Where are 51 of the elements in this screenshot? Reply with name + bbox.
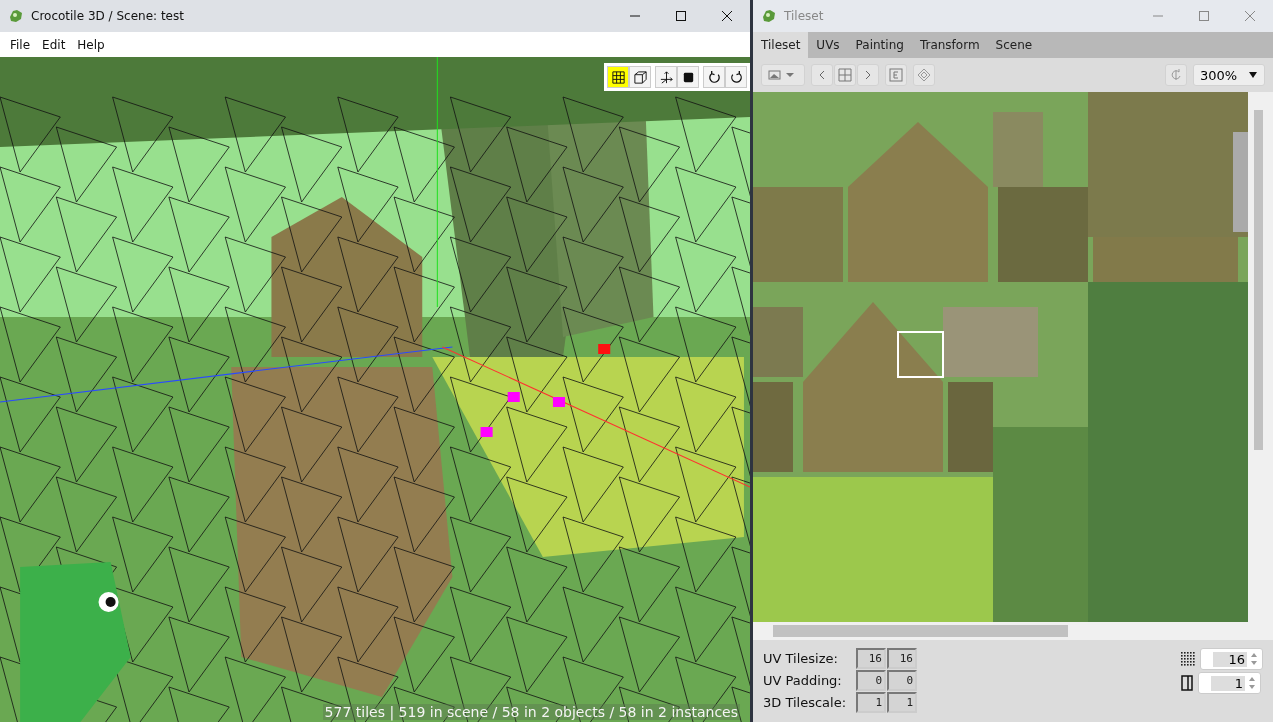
- number-field[interactable]: 16: [856, 648, 886, 669]
- refresh-button[interactable]: [1165, 64, 1187, 86]
- app-logo-icon: [761, 8, 777, 24]
- window-title: Crocotile 3D / Scene: test: [31, 9, 184, 23]
- field-label: UV Padding:: [763, 673, 843, 688]
- number-field[interactable]: 0: [856, 670, 886, 691]
- layers-icon: [917, 68, 931, 82]
- letter-e-icon: [889, 68, 903, 82]
- chevron-left-icon: [818, 70, 826, 80]
- axes-icon: [658, 69, 674, 85]
- rotate-right-icon: [728, 69, 744, 85]
- layout-button[interactable]: [834, 64, 856, 86]
- tab[interactable]: Scene: [987, 32, 1041, 58]
- tab[interactable]: Transform: [911, 32, 988, 58]
- app-logo-icon: [8, 8, 24, 24]
- caret-icon: [1248, 71, 1258, 79]
- grid-tool-button[interactable]: [607, 66, 629, 88]
- grid-dots-icon: [1180, 651, 1196, 667]
- status-text: 577 tiles | 519 in scene / 58 in 2 objects / 58 in 2 instances: [322, 704, 740, 720]
- field-label: 3D Tilescale:: [763, 695, 848, 710]
- layout-icon: [838, 68, 852, 82]
- rotate-left-button[interactable]: [703, 66, 725, 88]
- square-tool-button[interactable]: [677, 66, 699, 88]
- tab[interactable]: Tileset: [753, 32, 809, 58]
- close-icon[interactable]: [721, 10, 733, 22]
- spin-box[interactable]: 16: [1200, 648, 1263, 670]
- rotate-right-button[interactable]: [725, 66, 747, 88]
- tab[interactable]: UVs: [808, 32, 848, 58]
- menu-item[interactable]: File: [10, 37, 31, 52]
- maximize-icon[interactable]: [675, 10, 687, 22]
- menu-item[interactable]: Help: [77, 37, 105, 52]
- chevron-right-icon: [864, 70, 872, 80]
- field-label: UV Tilesize:: [763, 651, 839, 666]
- layers-button[interactable]: [913, 64, 935, 86]
- number-field[interactable]: 0: [887, 670, 917, 691]
- spin-box[interactable]: 1: [1198, 672, 1261, 694]
- tab[interactable]: Painting: [847, 32, 912, 58]
- menu-item[interactable]: Edit: [42, 37, 66, 52]
- image-dropdown-button[interactable]: [761, 64, 805, 86]
- border-icon: [1180, 675, 1194, 691]
- window-title: Tileset: [784, 9, 824, 23]
- number-field[interactable]: 16: [887, 648, 917, 669]
- number-field[interactable]: 1: [856, 692, 886, 713]
- cube-tool-button[interactable]: [629, 66, 651, 88]
- axes-tool-button[interactable]: [655, 66, 677, 88]
- cube-icon: [632, 69, 648, 85]
- zoom-dropdown[interactable]: 300%: [1193, 64, 1265, 86]
- edit-button[interactable]: [885, 64, 907, 86]
- number-field[interactable]: 1: [887, 692, 917, 713]
- grid-icon: [610, 69, 626, 85]
- rotate-left-icon: [706, 69, 722, 85]
